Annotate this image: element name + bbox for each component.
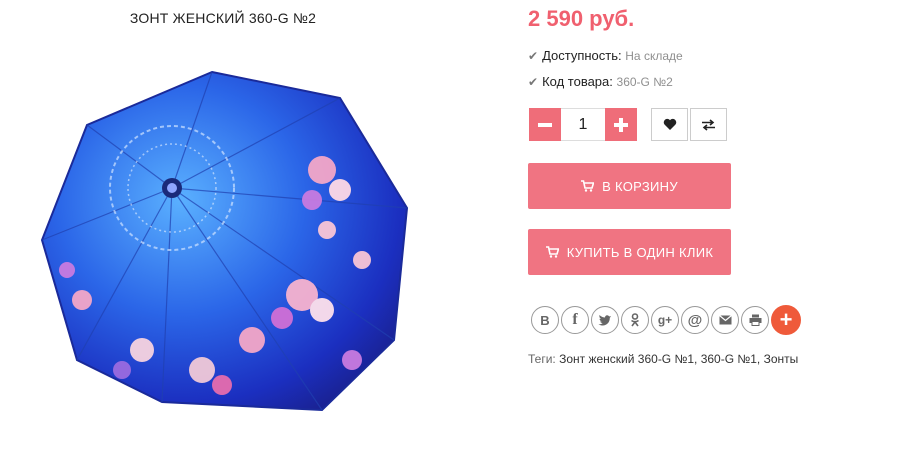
cart-icon — [545, 246, 559, 258]
sku-value: 360-G №2 — [616, 75, 673, 89]
product-price: 2 590 руб. — [528, 6, 635, 31]
availability-row: ✔ Доступность: На складе — [528, 48, 683, 63]
cart-icon — [581, 180, 595, 192]
sku-label: Код товара: — [542, 74, 613, 89]
add-to-cart-button[interactable]: В КОРЗИНУ — [528, 163, 731, 209]
quantity-plus-button[interactable] — [605, 108, 637, 141]
google-plus-icon: g+ — [657, 313, 673, 327]
share-vk-button[interactable]: В — [531, 306, 559, 334]
vk-icon: В — [540, 312, 550, 328]
share-buttons: В f g+ @ + — [531, 305, 801, 335]
twitter-icon — [598, 315, 611, 326]
product-image[interactable] — [22, 40, 422, 450]
share-google-plus-button[interactable]: g+ — [651, 306, 679, 334]
share-more-button[interactable]: + — [771, 305, 801, 335]
check-icon: ✔ — [528, 75, 539, 89]
mail-icon — [718, 315, 732, 325]
share-email-at-button[interactable]: @ — [681, 306, 709, 334]
print-icon — [749, 314, 761, 326]
share-facebook-button[interactable]: f — [561, 306, 589, 334]
sku-row: ✔ Код товара: 360-G №2 — [528, 74, 673, 89]
product-title: ЗОНТ ЖЕНСКИЙ 360-G №2 — [129, 10, 317, 26]
plus-icon: + — [779, 307, 793, 332]
tags-row: Теги: Зонт женский 360-G №1, 360-G №1, З… — [528, 352, 798, 366]
share-twitter-button[interactable] — [591, 306, 619, 334]
tags-label: Теги: — [528, 352, 556, 366]
heart-icon — [663, 118, 676, 130]
buy-one-click-button[interactable]: КУПИТЬ В ОДИН КЛИК — [528, 229, 731, 275]
add-to-cart-label: В КОРЗИНУ — [602, 178, 678, 194]
at-icon: @ — [687, 311, 703, 329]
tags-values[interactable]: Зонт женский 360-G №1, 360-G №1, Зонты — [559, 352, 798, 366]
quantity-stepper: 1 — [529, 108, 637, 143]
minus-icon — [538, 122, 552, 127]
availability-label: Доступность: — [542, 48, 622, 63]
check-icon: ✔ — [528, 49, 539, 63]
quantity-input[interactable]: 1 — [561, 108, 605, 141]
quantity-minus-button[interactable] — [529, 108, 561, 141]
odnoklassniki-icon — [631, 313, 639, 327]
share-odnoklassniki-button[interactable] — [621, 306, 649, 334]
facebook-icon: f — [572, 311, 578, 328]
share-print-button[interactable] — [741, 306, 769, 334]
buy-one-click-label: КУПИТЬ В ОДИН КЛИК — [566, 244, 714, 260]
compare-arrows-icon — [702, 118, 715, 131]
share-mail-button[interactable] — [711, 306, 739, 334]
availability-value: На складе — [625, 49, 683, 63]
umbrella-image — [22, 40, 422, 450]
wishlist-button[interactable] — [651, 108, 688, 141]
plus-icon — [614, 117, 628, 132]
compare-button[interactable] — [690, 108, 727, 141]
